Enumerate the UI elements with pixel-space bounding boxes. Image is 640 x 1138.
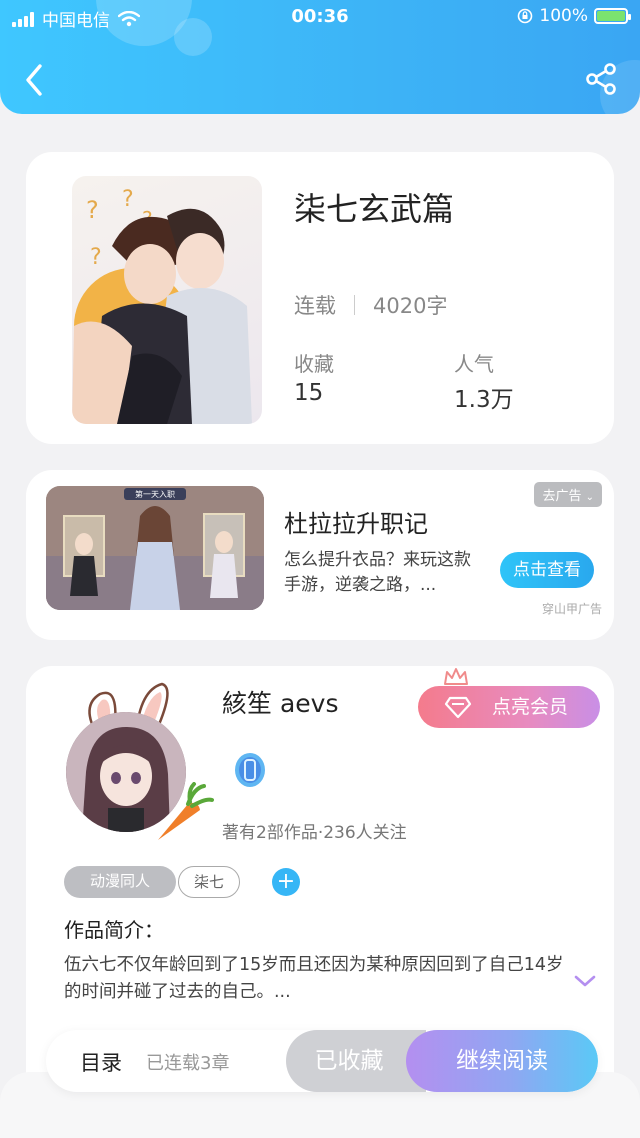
ad-illustration: 第一天入职 — [46, 486, 264, 610]
author-stats: 著有2部作品·236人关注 — [222, 823, 407, 843]
carrot-icon — [158, 782, 214, 840]
diamond-icon — [444, 696, 472, 719]
vip-button-label: 点亮会员 — [492, 696, 569, 718]
share-icon[interactable] — [584, 62, 618, 96]
vip-membership-button[interactable]: 点亮会员 — [418, 686, 600, 728]
continue-reading-button[interactable]: 继续阅读 — [406, 1030, 598, 1092]
tag-category[interactable]: 动漫同人 — [64, 866, 176, 898]
ad-view-button[interactable]: 点击查看 — [500, 552, 594, 588]
ad-card[interactable]: 第一天入职 去广告 ⌄ 杜拉拉升职记 怎么提升衣品？来玩这款手游，逆袭之路，..… — [26, 470, 614, 640]
meta-divider — [354, 295, 355, 315]
book-meta: 连载 4020字 — [294, 290, 447, 320]
ad-description: 怎么提升衣品？来玩这款手游，逆袭之路，... — [284, 550, 471, 595]
toc-button[interactable]: 目录 — [80, 1047, 122, 1077]
svg-text:?: ? — [122, 187, 134, 212]
rotation-lock-icon — [518, 8, 533, 24]
status-right: 100% — [517, 6, 631, 26]
remove-ad-button[interactable]: 去广告 ⌄ — [534, 482, 602, 507]
chevron-down-icon[interactable] — [574, 974, 596, 988]
ad-banner-text: 第一天入职 — [135, 489, 175, 499]
author-name[interactable]: 絯笙 aevs — [222, 684, 338, 720]
medal-icon[interactable] — [232, 750, 268, 790]
book-info-card: ? ? ? ? 柒七玄武篇 连载 4020字 收藏 15 人气 1.3万 — [26, 152, 614, 444]
favorites-value: 15 — [294, 380, 324, 406]
ad-source: 穿山甲广告 — [541, 602, 602, 616]
cover-illustration: ? ? ? ? — [72, 187, 252, 424]
book-status: 连载 — [294, 294, 336, 318]
tag-keyword[interactable]: 柒七 — [178, 866, 240, 898]
remove-ad-label: 去广告 — [542, 489, 582, 504]
popularity-value: 1.3万 — [454, 387, 514, 413]
favorites-label: 收藏 — [294, 352, 334, 376]
popularity-label: 人气 — [454, 352, 494, 376]
book-title: 柒七玄武篇 — [294, 190, 455, 228]
intro-label: 作品简介： — [64, 918, 164, 942]
add-tag-button[interactable]: + — [272, 868, 300, 896]
book-cover[interactable]: ? ? ? ? — [72, 176, 262, 424]
serial-info: 已连载3章 — [146, 1053, 230, 1074]
bottom-action-bar: 目录 已连载3章 已收藏 继续阅读 — [46, 1030, 598, 1092]
intro-text: 伍六七不仅年龄回到了15岁而且还因为某种原因回到了自己14岁的时间并碰了过去的自… — [64, 955, 564, 1002]
collected-button[interactable]: 已收藏 — [286, 1030, 426, 1092]
ad-image[interactable]: 第一天入职 — [46, 486, 264, 610]
ad-title: 杜拉拉升职记 — [284, 510, 428, 538]
battery-percent: 100% — [539, 6, 588, 26]
crown-icon — [444, 668, 468, 685]
back-icon[interactable] — [20, 62, 50, 98]
book-word-count: 4020字 — [373, 294, 448, 318]
chevron-down-icon: ⌄ — [585, 492, 594, 503]
author-avatar-wrap[interactable] — [60, 676, 230, 846]
status-bar: 中国电信 00:36 100% — [0, 0, 640, 34]
svg-text:?: ? — [86, 196, 99, 224]
svg-text:?: ? — [90, 245, 102, 270]
battery-icon — [594, 8, 631, 24]
header: 中国电信 00:36 100% — [0, 0, 640, 114]
